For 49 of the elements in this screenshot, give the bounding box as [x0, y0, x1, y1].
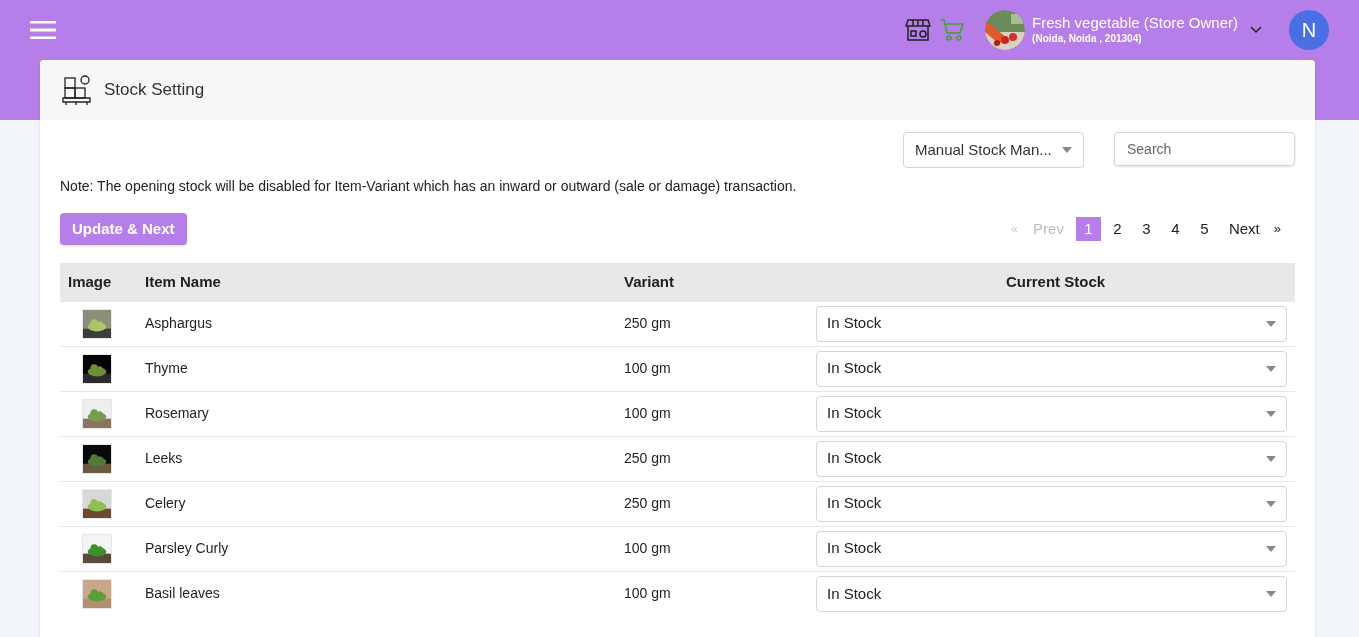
caret-icon — [1266, 410, 1276, 417]
caret-icon — [1266, 500, 1276, 507]
page-link[interactable]: 2 — [1104, 217, 1130, 241]
note-text: Note: The opening stock will be disabled for Item-Variant which has an inward or outward (sale or damage) transaction. — [60, 177, 798, 196]
item-name: Basil leaves — [145, 571, 624, 616]
caret-icon — [1266, 365, 1276, 372]
caret-icon — [1266, 455, 1276, 462]
column-header: Item Name — [145, 263, 624, 301]
column-header: Image — [60, 263, 145, 301]
store-address: (Noida, Noida , 201304) — [1032, 32, 1143, 46]
stock-select[interactable]: In Stock — [816, 575, 1287, 612]
stock-select[interactable]: In Stock — [816, 530, 1287, 567]
item-name: Thyme — [145, 346, 624, 391]
item-name: Celery — [145, 481, 624, 526]
page-link[interactable]: 3 — [1133, 217, 1159, 241]
search-field[interactable]: Search — [1114, 132, 1295, 166]
stock-select[interactable]: In Stock — [816, 350, 1287, 387]
last-page-link[interactable]: » — [1269, 219, 1285, 239]
page-link[interactable]: 4 — [1162, 217, 1188, 241]
boxes-gear-icon — [62, 73, 92, 107]
storefront-icon[interactable] — [905, 17, 932, 43]
item-name: Rosemary — [145, 391, 624, 436]
variant-cell: 100 gm — [624, 391, 816, 436]
mode-select[interactable]: Manual Stock Man... — [903, 132, 1084, 168]
next-link[interactable]: Next — [1218, 217, 1270, 241]
caret-icon — [1266, 590, 1276, 597]
page-title: Stock Setting — [104, 79, 205, 102]
item-name: Leeks — [145, 436, 624, 481]
caret-icon — [1266, 545, 1276, 552]
variant-cell: 100 gm — [624, 571, 816, 616]
store-name: Fresh vegetable (Store Owner) — [1032, 14, 1238, 32]
stock-select[interactable]: In Stock — [816, 440, 1287, 477]
stock-select[interactable]: In Stock — [816, 305, 1287, 342]
menu-icon[interactable] — [30, 21, 56, 39]
chevron-down-icon[interactable] — [1250, 26, 1262, 34]
caret-icon — [1266, 320, 1276, 327]
caret-icon — [1062, 147, 1072, 153]
column-header: Variant — [624, 263, 816, 301]
variant-cell: 100 gm — [624, 526, 816, 571]
item-name: Parsley Curly — [145, 526, 624, 571]
page-link[interactable]: 5 — [1191, 217, 1217, 241]
stock-select[interactable]: In Stock — [816, 485, 1287, 522]
variant-cell: 250 gm — [624, 301, 816, 346]
variant-cell: 250 gm — [624, 436, 816, 481]
item-name: Asphargus — [145, 301, 624, 346]
variant-cell: 250 gm — [624, 481, 816, 526]
stock-select[interactable]: In Stock — [816, 395, 1287, 432]
column-header: Current Stock — [816, 263, 1295, 301]
variant-cell: 100 gm — [624, 346, 816, 391]
